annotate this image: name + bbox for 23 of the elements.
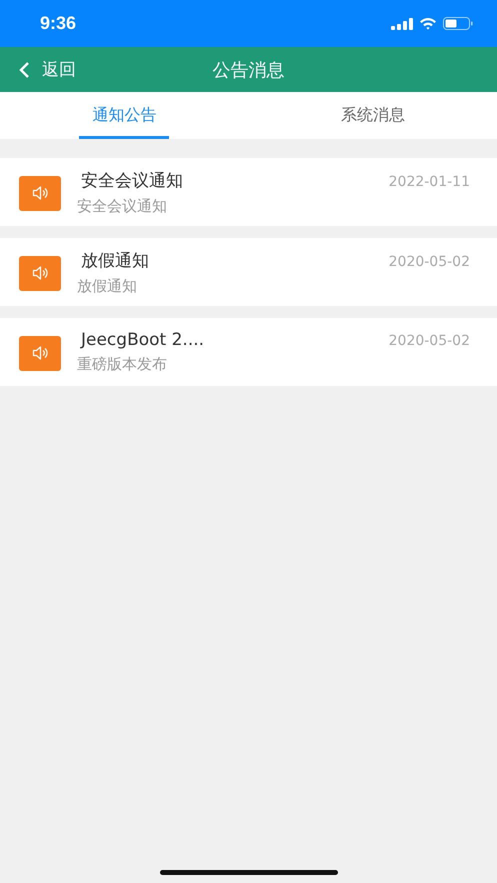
back-button[interactable]: 返回: [0, 47, 76, 92]
notice-date: 2022-01-11: [388, 174, 470, 190]
speaker-icon: [19, 176, 61, 210]
page-title: 公告消息: [212, 58, 284, 82]
notice-card[interactable]: 安全会议通知 2022-01-11 安全会议通知: [0, 158, 497, 226]
signal-icon: [391, 18, 413, 30]
notice-summary: 安全会议通知: [77, 196, 168, 216]
notice-summary: 重磅版本发布: [77, 355, 168, 374]
notice-date: 2020-05-02: [388, 254, 470, 270]
status-time: 9:36: [40, 13, 76, 34]
speaker-icon: [19, 256, 61, 290]
notice-summary: 放假通知: [77, 276, 138, 296]
notice-title: 放假通知: [81, 250, 149, 272]
notice-date: 2020-05-02: [388, 333, 470, 349]
notice-title: 安全会议通知: [81, 170, 183, 192]
notice-card[interactable]: 放假通知 2020-05-02 放假通知: [0, 238, 497, 306]
tab[interactable]: 系统消息: [328, 92, 418, 139]
notice-card[interactable]: JeecgBoot 2.... 2020-05-02 重磅版本发布: [0, 318, 497, 386]
notice-title: JeecgBoot 2....: [81, 330, 204, 350]
battery-icon: [443, 17, 473, 30]
back-chevron-icon: [18, 60, 30, 78]
wifi-icon: [419, 17, 437, 30]
speaker-icon: [19, 336, 61, 370]
